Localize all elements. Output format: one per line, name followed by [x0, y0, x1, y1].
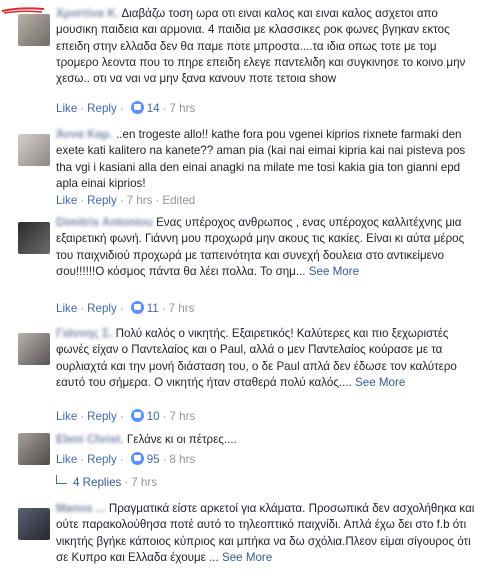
- reaction-count[interactable]: 10: [147, 410, 160, 423]
- comment-actions: Like · Reply · 7 hrs · Edited: [56, 194, 196, 207]
- reply-button[interactable]: Reply: [87, 302, 117, 315]
- like-reaction-icon[interactable]: [130, 409, 144, 422]
- comment-time[interactable]: 7 hrs: [169, 302, 195, 315]
- like-reaction-icon[interactable]: [130, 301, 144, 314]
- comment-author[interactable]: Dimitris Antoniou: [56, 216, 153, 229]
- reaction-count[interactable]: 14: [147, 102, 160, 115]
- comment-author[interactable]: Manos ...: [56, 502, 106, 515]
- avatar[interactable]: [18, 222, 50, 254]
- like-button[interactable]: Like: [56, 102, 77, 115]
- comment-actions: Like · Reply · 11 · 7 hrs: [56, 301, 195, 315]
- reply-button[interactable]: Reply: [87, 410, 117, 423]
- red-underline-mark: [1, 7, 45, 14]
- like-reaction-icon[interactable]: [130, 452, 144, 465]
- reply-button[interactable]: Reply: [87, 453, 117, 466]
- like-button[interactable]: Like: [56, 453, 77, 466]
- comment-actions: Like · Reply · 14 · 7 hrs: [56, 101, 196, 115]
- reaction-count[interactable]: 11: [147, 302, 159, 315]
- avatar[interactable]: [18, 333, 50, 365]
- comment-text: ..en trogeste allo!! kathe fora pou vgen…: [56, 128, 466, 190]
- comment-actions: Like · Reply · 10 · 7 hrs: [56, 409, 196, 423]
- see-more-link[interactable]: See More: [355, 376, 405, 389]
- comment-author[interactable]: Άννα Καρ.: [56, 128, 113, 141]
- comment-thread: Χριστίνα Κ. Διαβάζω τοση ωρα οτι ειναι κ…: [0, 0, 480, 587]
- like-button[interactable]: Like: [56, 410, 77, 423]
- like-button[interactable]: Like: [56, 194, 77, 207]
- view-replies-link[interactable]: 4 Replies · 7 hrs: [56, 475, 157, 489]
- see-more-link[interactable]: See More: [222, 551, 272, 564]
- comment-time[interactable]: 7 hrs: [169, 102, 195, 115]
- reply-button[interactable]: Reply: [87, 102, 117, 115]
- reaction-count[interactable]: 95: [147, 453, 160, 466]
- comment-time[interactable]: 7 hrs: [127, 194, 153, 207]
- avatar[interactable]: [18, 508, 50, 540]
- comment-author[interactable]: Χριστίνα Κ.: [56, 7, 119, 20]
- comment-text: Γελάνε κι οι πέτρες....: [126, 433, 237, 446]
- comment-time[interactable]: 7 hrs: [169, 410, 195, 423]
- avatar[interactable]: [18, 134, 50, 166]
- reply-button[interactable]: Reply: [87, 194, 117, 207]
- comment-author[interactable]: Eleni Christ.: [56, 433, 124, 446]
- avatar[interactable]: [18, 14, 50, 46]
- replies-time[interactable]: 7 hrs: [131, 476, 157, 489]
- reply-arrow-icon: [56, 475, 67, 484]
- avatar[interactable]: [18, 433, 50, 465]
- see-more-link[interactable]: See More: [309, 265, 359, 278]
- comment-actions: Like · Reply · 95 · 8 hrs: [56, 452, 196, 466]
- like-reaction-icon[interactable]: [130, 101, 144, 114]
- edited-label[interactable]: Edited: [162, 194, 195, 207]
- comment-time[interactable]: 8 hrs: [169, 453, 195, 466]
- comment-author[interactable]: Γιάννης Σ.: [56, 327, 112, 340]
- like-button[interactable]: Like: [56, 302, 77, 315]
- replies-count[interactable]: 4 Replies: [73, 476, 121, 489]
